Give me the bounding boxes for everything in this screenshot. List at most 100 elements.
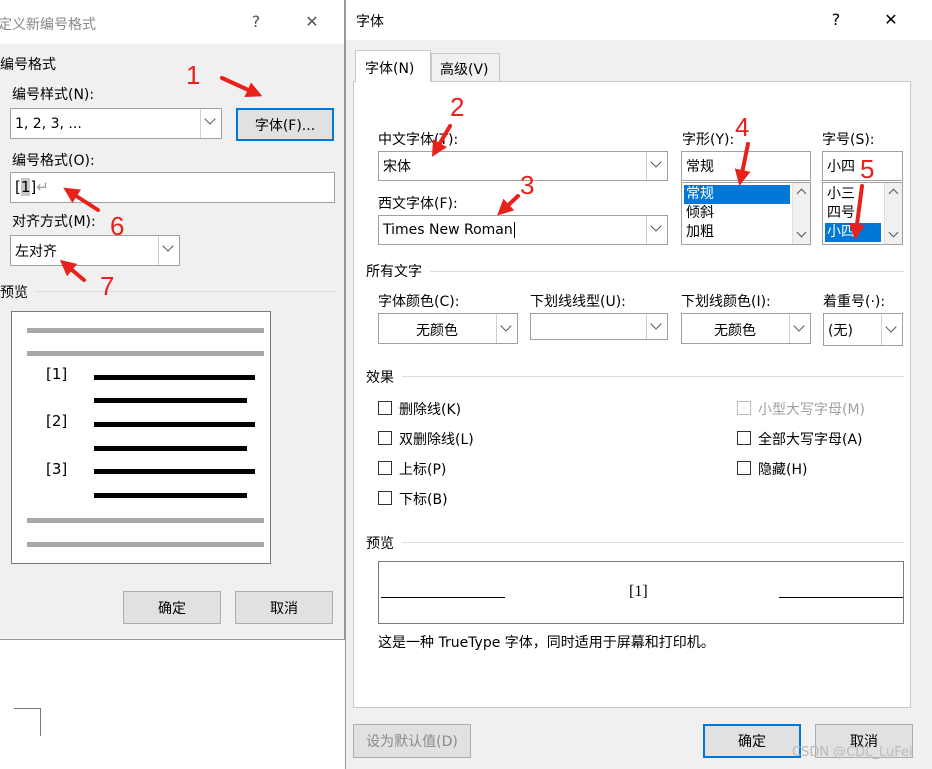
preview-grey-line	[27, 518, 264, 523]
font-preview-text: [1]	[629, 583, 648, 600]
set-default-button[interactable]: 设为默认值(D)	[353, 724, 471, 758]
chevron-down-icon	[646, 216, 667, 244]
western-font-value: Times New Roman	[383, 222, 515, 238]
font-style-input[interactable]: 常规	[681, 151, 811, 181]
number-format-input[interactable]: [1]↵	[10, 172, 335, 203]
set-default-label: 设为默认值(D)	[366, 734, 458, 750]
scroll-down-icon	[888, 227, 899, 238]
all-caps-option[interactable]: 全部大写字母(A)	[737, 429, 897, 449]
font-color-select[interactable]: 无颜色	[378, 313, 518, 344]
annotation-number: 2	[450, 92, 465, 122]
tab-advanced[interactable]: 高级(V)	[431, 53, 500, 81]
hidden-label: 隐藏(H)	[758, 462, 808, 478]
scroll-up-icon	[888, 188, 899, 199]
format-highlight: 1	[20, 178, 31, 196]
number-style-select[interactable]: 1, 2, 3, ...	[10, 108, 222, 139]
font-style-list[interactable]: 常规 倾斜 加粗	[681, 182, 811, 245]
chevron-down-icon	[646, 152, 667, 180]
all-caps-checkbox[interactable]	[737, 431, 751, 445]
preview-black-line	[94, 398, 247, 403]
underline-style-label: 下划线线型(U):	[530, 294, 626, 310]
paragraph-mark-icon: ↵	[36, 178, 49, 196]
preview-black-line	[94, 375, 255, 380]
cancel-button[interactable]: 取消	[235, 591, 333, 624]
all-text-title: 所有文字	[366, 264, 422, 280]
help-button[interactable]: ?	[246, 12, 266, 31]
subscript-option[interactable]: 下标(B)	[378, 489, 528, 509]
font-info-text: 这是一种 TrueType 字体，同时适用于屏幕和打印机。	[378, 635, 715, 651]
font-preview-box: [1]	[378, 561, 904, 624]
tab-font[interactable]: 字体(N)	[355, 50, 431, 82]
help-button[interactable]: ?	[826, 10, 846, 29]
font-size-option[interactable]: 小四	[825, 223, 881, 242]
superscript-checkbox[interactable]	[378, 461, 392, 475]
font-dialog: 字体 ? ✕ 字体(N) 高级(V) 中文字体(T): 宋体 西文字体(F): …	[345, 0, 932, 769]
western-font-select[interactable]: Times New Roman	[378, 215, 668, 245]
font-preview-title: 预览	[366, 536, 394, 552]
western-font-label: 西文字体(F):	[378, 196, 458, 212]
strikethrough-checkbox[interactable]	[378, 401, 392, 415]
strikethrough-label: 删除线(K)	[399, 402, 462, 418]
preview-left-line	[381, 597, 505, 598]
hidden-option[interactable]: 隐藏(H)	[737, 459, 897, 479]
double-strikethrough-label: 双删除线(L)	[399, 432, 474, 448]
font-style-option[interactable]: 常规	[684, 185, 790, 204]
font-style-value: 常规	[686, 159, 714, 175]
effects-title: 效果	[366, 370, 394, 386]
font-color-value: 无颜色	[416, 323, 458, 339]
small-caps-option[interactable]: 小型大写字母(M)	[737, 399, 897, 419]
superscript-option[interactable]: 上标(P)	[378, 459, 528, 479]
close-button[interactable]: ✕	[878, 10, 904, 29]
font-style-option[interactable]: 加粗	[684, 223, 790, 242]
double-strikethrough-checkbox[interactable]	[378, 431, 392, 445]
font-button-label: 字体(F)...	[254, 117, 316, 134]
ok-button-label: 确定	[738, 734, 766, 750]
chevron-down-icon	[200, 109, 221, 138]
superscript-label: 上标(P)	[399, 462, 447, 478]
underline-color-select[interactable]: 无颜色	[681, 313, 811, 344]
font-style-label: 字形(Y):	[682, 132, 735, 148]
page-corner-mark	[14, 708, 41, 736]
chevron-down-icon	[646, 314, 667, 339]
preview-right-line	[779, 597, 903, 598]
strikethrough-option[interactable]: 删除线(K)	[378, 399, 528, 419]
preview-grey-line	[27, 328, 264, 333]
font-preview-rule	[402, 542, 904, 543]
font-style-scrollbar[interactable]	[792, 183, 810, 244]
small-caps-checkbox[interactable]	[737, 401, 751, 415]
font-size-scrollbar[interactable]	[884, 183, 902, 244]
preview-black-line	[94, 422, 255, 427]
chevron-down-icon	[881, 314, 902, 345]
chinese-font-label: 中文字体(T):	[378, 132, 459, 148]
preview-black-line	[94, 446, 247, 451]
font-size-option[interactable]: 小三	[825, 185, 881, 204]
subscript-checkbox[interactable]	[378, 491, 392, 505]
document-background	[0, 640, 345, 769]
tab-advanced-label: 高级(V)	[440, 62, 489, 78]
preview-grey-line	[27, 542, 264, 547]
font-style-option[interactable]: 倾斜	[684, 204, 790, 223]
group-title-number-format: 编号格式	[0, 57, 56, 73]
font-size-value: 小四	[827, 159, 855, 175]
close-button[interactable]: ✕	[300, 12, 324, 31]
scroll-up-icon	[796, 188, 807, 199]
hidden-checkbox[interactable]	[737, 461, 751, 475]
underline-style-select[interactable]	[530, 313, 668, 340]
ok-button[interactable]: 确定	[123, 591, 221, 624]
annotation-number: 7	[100, 271, 115, 301]
tab-panel: 中文字体(T): 宋体 西文字体(F): Times New Roman 字形(…	[353, 81, 911, 708]
font-size-option[interactable]: 四号	[825, 204, 881, 223]
number-style-label: 编号样式(N):	[12, 87, 95, 103]
font-button[interactable]: 字体(F)...	[236, 108, 334, 141]
emphasis-label: 着重号(·):	[823, 294, 886, 310]
number-style-value: 1, 2, 3, ...	[15, 115, 82, 132]
font-size-list[interactable]: 小三 四号 小四	[822, 182, 903, 245]
ok-button[interactable]: 确定	[703, 724, 801, 758]
annotation-number: 1	[186, 60, 201, 90]
annotation-number: 5	[860, 154, 875, 184]
alignment-select[interactable]: 左对齐	[10, 235, 180, 266]
double-strikethrough-option[interactable]: 双删除线(L)	[378, 429, 528, 449]
emphasis-select[interactable]: (无)	[823, 313, 903, 346]
all-caps-label: 全部大写字母(A)	[758, 432, 863, 448]
subscript-label: 下标(B)	[399, 492, 448, 508]
